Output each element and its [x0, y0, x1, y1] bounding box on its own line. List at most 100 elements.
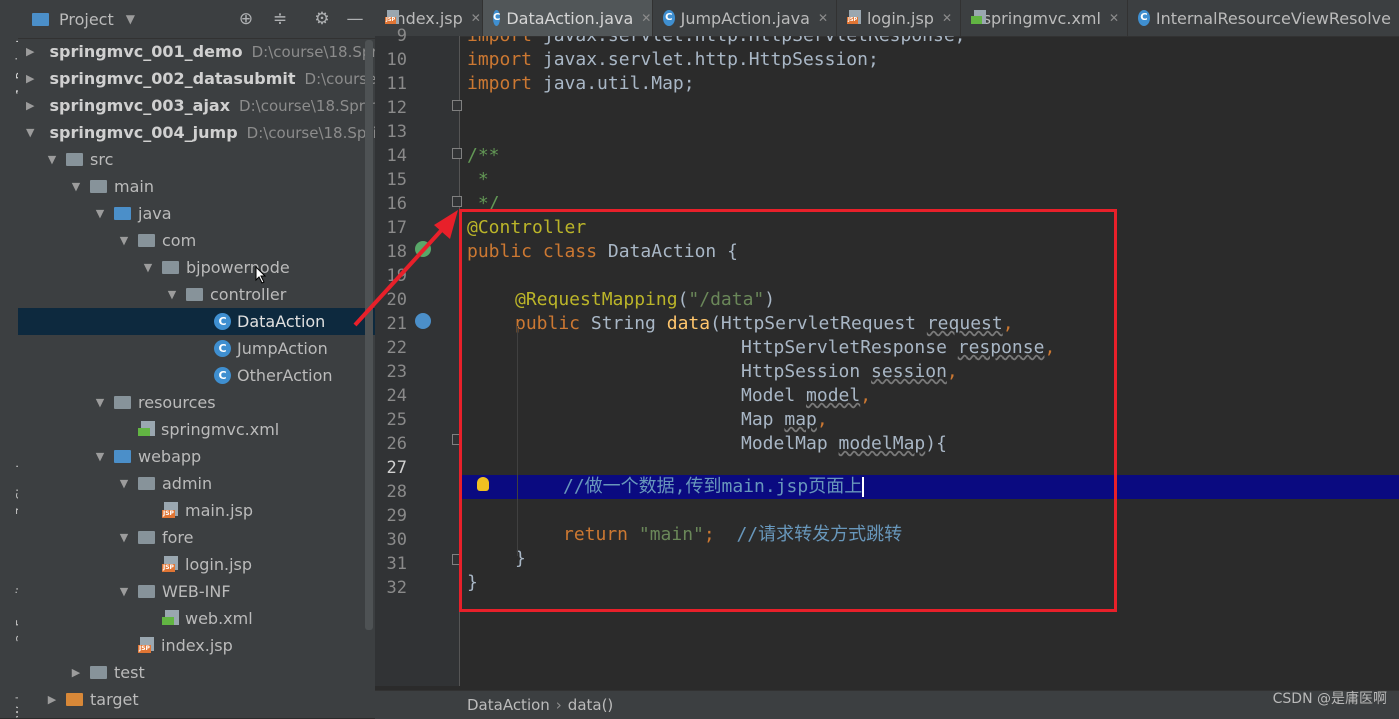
line-number: 9	[396, 26, 407, 46]
watermark: CSDN @是庸医啊	[1272, 691, 1387, 707]
tree-item-main[interactable]: ▼ main	[18, 173, 375, 200]
line-number: 13	[386, 122, 407, 142]
chevron-down-icon[interactable]: ▼	[126, 12, 135, 26]
gear-icon[interactable]: ⚙	[312, 9, 332, 29]
line-number: 11	[386, 74, 407, 94]
chevron-right-icon[interactable]: ▶	[26, 99, 34, 112]
class-icon: C	[214, 313, 231, 330]
chevron-down-icon[interactable]: ▼	[118, 531, 130, 544]
tab-jumpaction-java[interactable]: C JumpAction.java ✕	[653, 0, 837, 36]
tab-springmvc-xml[interactable]: springmvc.xml ✕	[961, 0, 1128, 36]
tree-item-springmvc-xml[interactable]: springmvc.xml	[18, 416, 375, 443]
chevron-down-icon[interactable]: ▼	[118, 477, 130, 490]
class-icon: C	[663, 10, 675, 26]
project-panel: Project ▼ ⊕ ≑ ⚙ — ▶ springmvc_001_demo D:\…	[18, 0, 375, 718]
project-panel-title[interactable]: Project	[59, 10, 114, 29]
tree-item-main-jsp[interactable]: JSP main.jsp	[18, 497, 375, 524]
chevron-right-icon[interactable]: ▶	[70, 666, 82, 679]
package-icon	[162, 261, 179, 274]
chevron-right-icon[interactable]: ▶	[46, 693, 58, 706]
breadcrumb-method[interactable]: data()	[568, 696, 614, 714]
line-number: 23	[386, 362, 407, 382]
tree-item-resources[interactable]: ▼ resources	[18, 389, 375, 416]
class-icon: C	[1138, 10, 1150, 26]
close-icon[interactable]: ✕	[471, 11, 481, 25]
chevron-down-icon[interactable]: ▼	[26, 126, 34, 139]
chevron-down-icon[interactable]: ▼	[94, 207, 106, 220]
chevron-down-icon[interactable]: ▼	[70, 180, 82, 193]
code-line-9: import javax.servlet.http.HttpServletRes…	[467, 36, 966, 48]
tree-item-index-jsp[interactable]: JSP index.jsp	[18, 632, 375, 659]
xml-file-icon	[971, 10, 986, 26]
tree-item-dataaction[interactable]: C DataAction	[18, 308, 375, 335]
tree-item-web-inf[interactable]: ▼ WEB-INF	[18, 578, 375, 605]
chevron-down-icon[interactable]: ▼	[94, 396, 106, 409]
tree-item-springmvc-001-demo[interactable]: ▶springmvc_001_demoD:\course\18.Sprin	[18, 38, 375, 65]
xml-file-icon	[162, 610, 180, 627]
close-icon[interactable]: ✕	[942, 11, 952, 25]
tree-item-com[interactable]: ▼ com	[18, 227, 375, 254]
folder-icon	[138, 477, 155, 490]
tree-item-java[interactable]: ▼ java	[18, 200, 375, 227]
line-number: 29	[386, 506, 407, 526]
chevron-down-icon[interactable]: ▼	[118, 234, 130, 247]
tree-item-bjpowernode[interactable]: ▼ bjpowernode	[18, 254, 375, 281]
web-folder-icon	[114, 450, 131, 463]
package-icon	[138, 234, 155, 247]
close-icon[interactable]: ✕	[1109, 11, 1119, 25]
chevron-down-icon[interactable]: ▼	[94, 450, 106, 463]
tab-internalresourceviewresolver[interactable]: C InternalResourceViewResolve	[1128, 0, 1399, 36]
jsp-file-icon: JSP	[138, 637, 156, 654]
tree-item-src[interactable]: ▼ src	[18, 146, 375, 173]
tree-item-test[interactable]: ▶ test	[18, 659, 375, 686]
tree-item-admin[interactable]: ▼ admin	[18, 470, 375, 497]
tab-dataaction-java[interactable]: C DataAction.java ✕	[483, 0, 653, 36]
project-scrollbar[interactable]	[365, 40, 373, 630]
line-number-current: 27	[386, 458, 407, 478]
tab-login-jsp[interactable]: JSP login.jsp ✕	[837, 0, 961, 36]
close-icon[interactable]: ✕	[641, 11, 651, 25]
line-number: 15	[386, 170, 407, 190]
line-number-gutter: 9 10 11 12 13 14 15 16 17 18 19 20 21 22…	[375, 26, 462, 686]
line-number: 32	[386, 578, 407, 598]
code-line-10: import javax.servlet.http.HttpSession;	[467, 49, 879, 70]
tree-item-jumpaction[interactable]: C JumpAction	[18, 335, 375, 362]
minimize-icon[interactable]: —	[345, 9, 365, 29]
folder-icon	[90, 180, 107, 193]
project-folder-icon	[32, 12, 49, 26]
folder-icon	[66, 153, 83, 166]
tree-item-web-xml[interactable]: web.xml	[18, 605, 375, 632]
editor-tabs: JSP index.jsp ✕ C DataAction.java ✕ C JumpAct…	[375, 0, 1399, 37]
chevron-right-icon[interactable]: ▶	[26, 45, 34, 58]
chevron-right-icon[interactable]: ▶	[26, 72, 34, 85]
tree-item-springmvc-002-datasubmit[interactable]: ▶springmvc_002_datasubmitD:\course\18	[18, 65, 375, 92]
annotation-arrow-icon	[353, 210, 458, 327]
folder-icon	[90, 666, 107, 679]
collapse-all-icon[interactable]: ≑	[270, 9, 290, 29]
tree-item-login-jsp[interactable]: JSP login.jsp	[18, 551, 375, 578]
project-panel-header: Project ▼ ⊕ ≑ ⚙ —	[18, 0, 375, 39]
tree-item-webapp[interactable]: ▼ webapp	[18, 443, 375, 470]
chevron-down-icon[interactable]: ▼	[142, 261, 154, 274]
folder-icon	[138, 531, 155, 544]
jsp-file-icon: JSP	[847, 10, 861, 26]
class-icon: C	[214, 367, 231, 384]
locate-icon[interactable]: ⊕	[236, 9, 256, 29]
tree-item-controller[interactable]: ▼ controller	[18, 281, 375, 308]
chevron-down-icon[interactable]: ▼	[118, 585, 130, 598]
code-line-13: /**	[467, 145, 500, 166]
tree-item-fore[interactable]: ▼ fore	[18, 524, 375, 551]
tree-item-otheraction[interactable]: C OtherAction	[18, 362, 375, 389]
tree-item-target[interactable]: ▶ target	[18, 686, 375, 713]
package-icon	[186, 288, 203, 301]
tree-item-springmvc-003-ajax[interactable]: ▶ springmvc_003_ajax D:\course\18.Spring	[18, 92, 375, 119]
tool-window-strip: 1: Project 7: Structure 2: Favorites Web	[0, 0, 28, 718]
breadcrumb-class[interactable]: DataAction	[467, 696, 550, 714]
excluded-folder-icon	[66, 693, 83, 706]
close-icon[interactable]: ✕	[818, 11, 828, 25]
breadcrumb-separator: ›	[555, 696, 562, 714]
chevron-down-icon[interactable]: ▼	[166, 288, 178, 301]
chevron-down-icon[interactable]: ▼	[46, 153, 58, 166]
tree-item-springmvc-004-jump[interactable]: ▼ springmvc_004_jump D:\course\18.Sprin	[18, 119, 375, 146]
line-number: 31	[386, 554, 407, 574]
